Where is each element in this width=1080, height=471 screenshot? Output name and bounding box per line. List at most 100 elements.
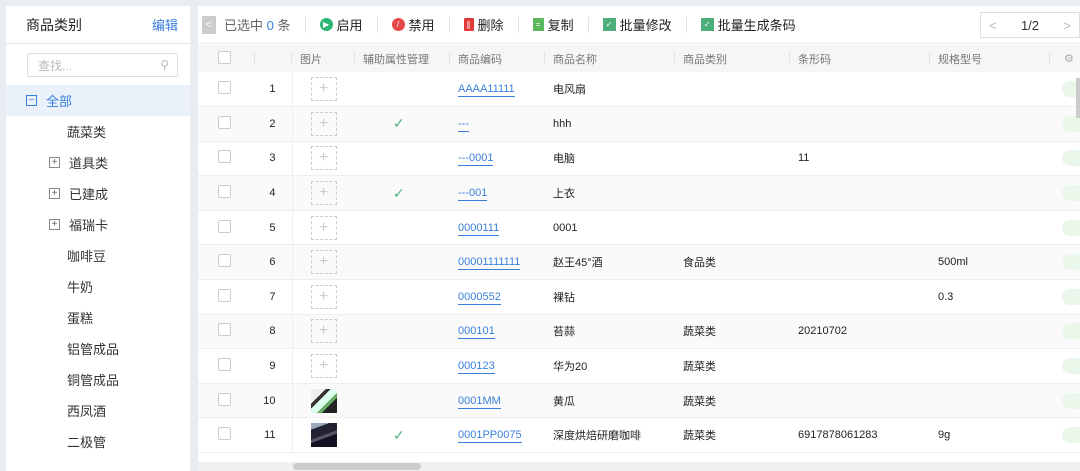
row-index: 10 <box>255 383 293 419</box>
product-code-link[interactable]: AAAA11111 <box>458 83 515 98</box>
product-barcode <box>790 175 930 211</box>
collapse-sidebar-button[interactable]: < <box>202 15 216 34</box>
add-image-placeholder[interactable]: + <box>310 284 337 309</box>
tree-item[interactable]: 二极管 <box>6 426 190 457</box>
row-checkbox[interactable] <box>218 323 231 337</box>
expand-icon[interactable]: + <box>49 219 60 230</box>
add-image-placeholder[interactable]: + <box>310 181 337 206</box>
add-image-placeholder[interactable]: + <box>310 250 337 275</box>
add-image-placeholder[interactable]: + <box>310 111 337 136</box>
tree-item[interactable]: 西凤酒 <box>6 395 190 426</box>
table-row[interactable]: 8 + 000101 苔蒜 蔬菜类 20210702 <box>198 314 1080 350</box>
enable-button[interactable]: ▶ 启用 <box>319 15 363 34</box>
product-code-link[interactable]: 000123 <box>458 360 495 375</box>
tree-item[interactable]: + 福瑞卡 <box>6 209 190 240</box>
product-code-link[interactable]: 0001PP0075 <box>458 429 522 444</box>
vertical-scrollbar[interactable] <box>1076 78 1080 118</box>
sidebar-header: 商品类别 编辑 <box>6 6 190 44</box>
row-checkbox[interactable] <box>218 392 231 406</box>
row-checkbox[interactable] <box>218 115 231 129</box>
product-name: 裸钻 <box>545 279 675 315</box>
product-barcode <box>790 244 930 281</box>
delete-button[interactable]: ∥ 删除 <box>463 15 504 34</box>
copy-icon: = <box>532 18 544 31</box>
tree-item[interactable]: 铜管成品 <box>6 364 190 395</box>
expand-icon[interactable]: + <box>49 188 60 199</box>
product-code-link[interactable]: 0000552 <box>458 290 501 305</box>
tree-item-label: 西凤酒 <box>67 404 107 419</box>
row-checkbox[interactable] <box>218 81 231 95</box>
row-index: 8 <box>255 314 293 350</box>
product-barcode: 11 <box>790 141 930 177</box>
product-name: 上衣 <box>545 175 675 211</box>
add-image-placeholder[interactable]: + <box>310 146 337 171</box>
gear-icon[interactable]: ⚙ <box>1064 53 1074 65</box>
product-barcode <box>790 72 930 108</box>
edit-link[interactable]: 编辑 <box>152 15 178 34</box>
horizontal-scrollbar[interactable] <box>198 462 1080 471</box>
tree-item[interactable]: 蔬菜类 <box>6 116 190 147</box>
product-code-link[interactable]: 0000111 <box>458 221 500 236</box>
batch-barcode-button[interactable]: ✓ 批量生成条码 <box>700 15 796 34</box>
tree-item[interactable]: + 道具类 <box>6 147 190 178</box>
table-row[interactable]: 1 + AAAA11111 电风扇 <box>198 72 1080 108</box>
row-checkbox[interactable] <box>218 288 231 302</box>
product-thumbnail[interactable] <box>310 423 337 448</box>
tree-item[interactable]: 铝管成品 <box>6 333 190 364</box>
row-checkbox[interactable] <box>218 150 231 164</box>
table-row[interactable]: 9 + 000123 华为20 蔬菜类 <box>198 348 1080 384</box>
table-row[interactable]: 5 + 0000111 0001 <box>198 210 1080 246</box>
tree-item[interactable]: 牛奶 <box>6 271 190 302</box>
product-thumbnail[interactable] <box>310 388 337 413</box>
page-indicator: 1/2 <box>1020 17 1040 33</box>
tree-item[interactable]: 蛋糕 <box>6 302 190 333</box>
tree-item[interactable]: + 已建成 <box>6 178 190 209</box>
search-icon[interactable]: ⚲ <box>160 58 169 72</box>
batch-edit-button[interactable]: ✓ 批量修改 <box>602 15 672 34</box>
row-checkbox[interactable] <box>218 254 231 268</box>
tree-item[interactable]: 咖啡豆 <box>6 240 190 271</box>
status-badge <box>1062 219 1080 236</box>
table-row[interactable]: 2 + ✓ --- hhh <box>198 106 1080 142</box>
copy-button[interactable]: = 复制 <box>532 15 574 34</box>
table-row[interactable]: 7 + 0000552 裸钻 0.3 <box>198 279 1080 315</box>
product-code-link[interactable]: 000101 <box>458 325 495 340</box>
product-code-link[interactable]: ---0001 <box>458 152 494 167</box>
status-badge <box>1062 288 1080 305</box>
product-spec: 500ml <box>930 244 1050 281</box>
product-code-link[interactable]: ---001 <box>458 187 488 202</box>
prev-page-button[interactable]: < <box>989 18 997 33</box>
product-code-link[interactable]: --- <box>458 117 469 132</box>
row-checkbox[interactable] <box>218 185 231 199</box>
product-code-link[interactable]: 00001111111 <box>458 256 521 271</box>
add-image-placeholder[interactable]: + <box>310 354 337 379</box>
category-search-input[interactable]: 查找... ⚲ <box>27 53 178 77</box>
scrollbar-thumb[interactable] <box>293 463 421 470</box>
table-row[interactable]: 11 ✓ 0001PP0075 深度烘焙研磨咖啡 蔬菜类 69178780612… <box>198 417 1080 454</box>
status-badge <box>1062 392 1080 409</box>
row-checkbox[interactable] <box>218 358 231 372</box>
expand-icon[interactable]: + <box>49 157 60 168</box>
product-code-link[interactable]: 0001MM <box>458 394 501 409</box>
select-all-checkbox[interactable] <box>218 50 231 64</box>
row-index: 5 <box>255 210 293 246</box>
status-badge <box>1062 185 1080 202</box>
row-checkbox[interactable] <box>218 219 231 233</box>
tree-item-label: 福瑞卡 <box>69 218 109 233</box>
add-image-placeholder[interactable]: + <box>310 77 337 102</box>
toolbar: < 已选中 0 条 ▶ 启用 / 禁用 ∥ 删除 = 复制 ✓ 批量修改 ✓ 批量生成条码 … <box>198 6 1080 44</box>
collapse-icon[interactable]: − <box>26 95 37 106</box>
tree-item-label: 咖啡豆 <box>67 249 107 264</box>
add-image-placeholder[interactable]: + <box>310 215 337 240</box>
add-image-placeholder[interactable]: + <box>310 319 337 344</box>
table-row[interactable]: 4 + ✓ ---001 上衣 <box>198 175 1080 211</box>
tree-item[interactable]: − 全部 <box>6 85 190 116</box>
disable-button[interactable]: / 禁用 <box>391 15 435 34</box>
table-row[interactable]: 10 0001MM 黄瓜 蔬菜类 <box>198 383 1080 419</box>
table-row[interactable]: 3 + ---0001 电脑 11 <box>198 141 1080 177</box>
row-checkbox[interactable] <box>218 427 231 441</box>
product-barcode <box>790 106 930 142</box>
col-code: 商品编码 <box>450 45 545 72</box>
table-row[interactable]: 6 + 00001111111 赵王45°酒 食品类 500ml <box>198 244 1080 281</box>
next-page-button[interactable]: > <box>1063 18 1071 33</box>
